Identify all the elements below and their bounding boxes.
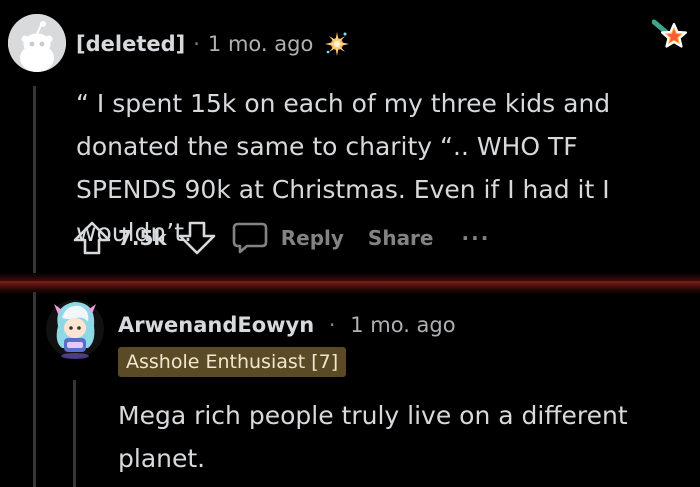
- comment-divider: [0, 273, 700, 295]
- meta-separator: ·: [328, 313, 336, 337]
- reply-button[interactable]: Reply: [281, 226, 344, 250]
- downvote-icon[interactable]: [177, 220, 217, 256]
- reply-comment-time[interactable]: 1 mo. ago: [350, 313, 455, 337]
- top-comment-author[interactable]: [deleted]: [76, 32, 185, 56]
- score: 7.5k: [118, 226, 167, 250]
- reply-comment-body: Mega rich people truly live on a differe…: [118, 401, 628, 473]
- star-badge-icon[interactable]: [651, 18, 690, 56]
- top-comment-time[interactable]: 1 mo. ago: [208, 32, 313, 56]
- meta-separator: ·: [193, 32, 200, 56]
- upvote-icon[interactable]: [72, 220, 112, 256]
- user-flair: Asshole Enthusiast [7]: [118, 347, 347, 377]
- comment-actions: 7.5k Reply Share ···: [72, 218, 490, 258]
- top-comment-meta: [deleted] · 1 mo. ago: [76, 30, 351, 58]
- comment-divider-line: [0, 281, 700, 283]
- reply-comment-meta: ArwenandEowyn · 1 mo. ago: [118, 313, 456, 337]
- user-avatar-icon[interactable]: [44, 296, 106, 362]
- sparkle-award-icon[interactable]: [323, 30, 351, 58]
- share-button[interactable]: Share: [368, 226, 434, 250]
- reddit-default-avatar-icon: [8, 14, 66, 72]
- comment-bubble-icon[interactable]: [231, 220, 269, 256]
- thread-line[interactable]: [33, 86, 36, 276]
- deleted-user-avatar[interactable]: [8, 14, 66, 72]
- thread-line[interactable]: [33, 292, 36, 487]
- reply-comment-author[interactable]: ArwenandEowyn: [118, 313, 314, 337]
- thread-line[interactable]: [73, 380, 76, 487]
- more-options-icon[interactable]: ···: [462, 226, 491, 250]
